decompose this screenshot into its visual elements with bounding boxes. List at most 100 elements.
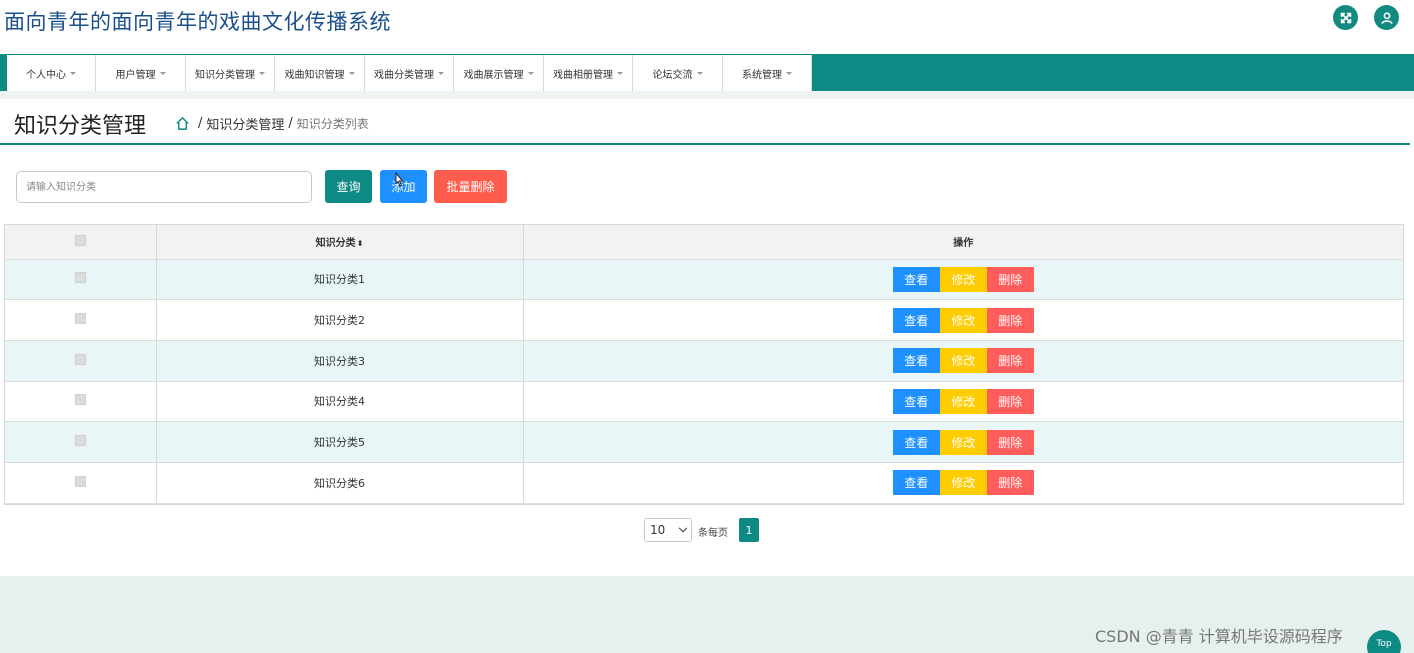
nav-item-5[interactable]: 戏曲展示管理 bbox=[454, 55, 544, 91]
breadcrumb-separator: / bbox=[198, 116, 203, 131]
edit-button[interactable]: 修改 bbox=[939, 470, 987, 496]
column-header-actions: 操作 bbox=[523, 225, 1403, 260]
nav-item-4[interactable]: 戏曲分类管理 bbox=[365, 55, 454, 91]
mouse-cursor-icon bbox=[395, 172, 404, 187]
nav-item-label: 系统管理 bbox=[742, 69, 782, 81]
category-cell: 知识分类2 bbox=[156, 299, 524, 341]
view-button[interactable]: 查看 bbox=[892, 429, 940, 455]
page-title: 知识分类管理 bbox=[14, 114, 147, 139]
per-page-label: 条每页 bbox=[698, 528, 728, 539]
nav-item-3[interactable]: 戏曲知识管理 bbox=[275, 55, 365, 91]
main-nav: 个人中心 用户管理 知识分类管理 戏曲知识管理 戏曲分类管理 戏曲展示管理 戏曲相册管理 论坛… bbox=[0, 54, 1414, 91]
caret-down-icon bbox=[617, 71, 623, 75]
category-cell: 知识分类1 bbox=[156, 259, 524, 301]
delete-button[interactable]: 删除 bbox=[986, 388, 1034, 414]
breadcrumb-item-list: 知识分类列表 bbox=[296, 117, 369, 131]
breadcrumb-item-category[interactable]: 知识分类管理 bbox=[206, 114, 284, 133]
row-checkbox[interactable] bbox=[74, 394, 86, 406]
table-row: 知识分类3 查看 修改 删除 bbox=[5, 340, 1403, 382]
watermark: CSDN @青青 计算机毕设源码程序 bbox=[1095, 627, 1343, 646]
actions-cell: 查看 修改 删除 bbox=[523, 299, 1403, 341]
page-button-current[interactable]: 1 bbox=[739, 518, 759, 542]
edit-button[interactable]: 修改 bbox=[939, 307, 987, 333]
home-icon[interactable] bbox=[175, 116, 190, 131]
batch-delete-button[interactable]: 批量删除 bbox=[434, 170, 507, 203]
nav-item-label: 知识分类管理 bbox=[195, 69, 255, 81]
category-cell: 知识分类5 bbox=[156, 421, 524, 463]
table-row: 知识分类6 查看 修改 删除 bbox=[5, 462, 1403, 504]
caret-down-icon bbox=[696, 71, 703, 75]
row-select-cell bbox=[5, 462, 157, 504]
delete-button[interactable]: 删除 bbox=[986, 348, 1034, 374]
delete-button[interactable]: 删除 bbox=[986, 266, 1034, 292]
table-body: 知识分类1 查看 修改 删除 知识分类2 查看 修改 删除 知识分类3 查看 修改 删除 知识分类4 查看… bbox=[5, 259, 1403, 504]
actions-cell: 查看 修改 删除 bbox=[523, 462, 1403, 504]
nav-item-0[interactable]: 个人中心 bbox=[7, 55, 96, 91]
caret-down-icon bbox=[70, 71, 76, 75]
row-checkbox[interactable] bbox=[74, 272, 86, 284]
actions-cell: 查看 修改 删除 bbox=[523, 381, 1403, 423]
nav-item-label: 戏曲展示管理 bbox=[463, 69, 524, 81]
edit-button[interactable]: 修改 bbox=[939, 348, 987, 374]
nav-item-7[interactable]: 论坛交流 bbox=[633, 55, 723, 91]
view-button[interactable]: 查看 bbox=[892, 470, 940, 496]
header: 面向青年的面向青年的戏曲文化传播系统 bbox=[0, 0, 1414, 54]
table-header-row: 知识分类⬍ 操作 bbox=[5, 225, 1403, 260]
chevron-down-icon bbox=[678, 523, 688, 533]
select-all-cell bbox=[5, 225, 157, 260]
edit-button[interactable]: 修改 bbox=[939, 388, 987, 414]
nav-item-2[interactable]: 知识分类管理 bbox=[186, 55, 275, 91]
nav-item-1[interactable]: 用户管理 bbox=[96, 55, 186, 91]
sort-icon[interactable]: ⬍ bbox=[357, 239, 364, 248]
table-row: 知识分类2 查看 修改 删除 bbox=[5, 299, 1403, 341]
row-select-cell bbox=[5, 259, 157, 301]
page-size-value: 10 bbox=[650, 523, 666, 537]
edit-button[interactable]: 修改 bbox=[939, 266, 987, 292]
table-row: 知识分类5 查看 修改 删除 bbox=[5, 421, 1403, 463]
table-row: 知识分类4 查看 修改 删除 bbox=[5, 381, 1403, 423]
table-row: 知识分类1 查看 修改 删除 bbox=[5, 259, 1403, 301]
caret-down-icon bbox=[259, 71, 265, 75]
category-cell: 知识分类4 bbox=[156, 381, 524, 423]
row-checkbox[interactable] bbox=[74, 313, 86, 325]
search-input[interactable] bbox=[16, 171, 312, 203]
view-button[interactable]: 查看 bbox=[892, 307, 940, 333]
nav-item-label: 戏曲相册管理 bbox=[553, 69, 613, 81]
row-select-cell bbox=[5, 381, 157, 423]
delete-button[interactable]: 删除 bbox=[986, 470, 1034, 496]
column-header-label: 知识分类 bbox=[315, 238, 356, 250]
view-button[interactable]: 查看 bbox=[892, 388, 940, 414]
row-checkbox[interactable] bbox=[74, 353, 86, 365]
edit-button[interactable]: 修改 bbox=[939, 429, 987, 455]
nav-gap bbox=[0, 91, 1414, 99]
nav-item-label: 论坛交流 bbox=[652, 69, 693, 81]
nav-item-label: 用户管理 bbox=[115, 69, 156, 81]
column-header-category[interactable]: 知识分类⬍ bbox=[156, 225, 524, 260]
row-select-cell bbox=[5, 421, 157, 463]
caret-down-icon bbox=[786, 71, 792, 75]
delete-button[interactable]: 删除 bbox=[986, 429, 1034, 455]
view-button[interactable]: 查看 bbox=[892, 266, 940, 292]
caret-down-icon bbox=[348, 71, 355, 75]
query-button[interactable]: 查询 bbox=[325, 170, 372, 203]
expand-icon[interactable] bbox=[1333, 5, 1358, 30]
page-size-select[interactable]: 10 bbox=[644, 518, 692, 542]
nav-item-6[interactable]: 戏曲相册管理 bbox=[544, 55, 633, 91]
row-select-cell bbox=[5, 340, 157, 382]
select-all-checkbox[interactable] bbox=[74, 234, 86, 246]
caret-down-icon bbox=[438, 71, 444, 75]
nav-item-label: 戏曲分类管理 bbox=[374, 69, 434, 81]
actions-cell: 查看 修改 删除 bbox=[523, 340, 1403, 382]
actions-cell: 查看 修改 删除 bbox=[523, 259, 1403, 301]
user-icon[interactable] bbox=[1374, 5, 1399, 30]
nav-item-8[interactable]: 系统管理 bbox=[723, 55, 812, 91]
view-button[interactable]: 查看 bbox=[892, 348, 940, 374]
caret-down-icon bbox=[527, 71, 534, 75]
row-checkbox[interactable] bbox=[74, 475, 86, 487]
title-bar: 知识分类管理 / 知识分类管理 / 知识分类列表 bbox=[0, 99, 1410, 145]
category-cell: 知识分类3 bbox=[156, 340, 524, 382]
nav-items: 个人中心 用户管理 知识分类管理 戏曲知识管理 戏曲分类管理 戏曲展示管理 戏曲相册管理 论坛… bbox=[7, 55, 812, 91]
site-title: 面向青年的面向青年的戏曲文化传播系统 bbox=[4, 10, 391, 34]
delete-button[interactable]: 删除 bbox=[986, 307, 1034, 333]
row-checkbox[interactable] bbox=[74, 435, 86, 447]
